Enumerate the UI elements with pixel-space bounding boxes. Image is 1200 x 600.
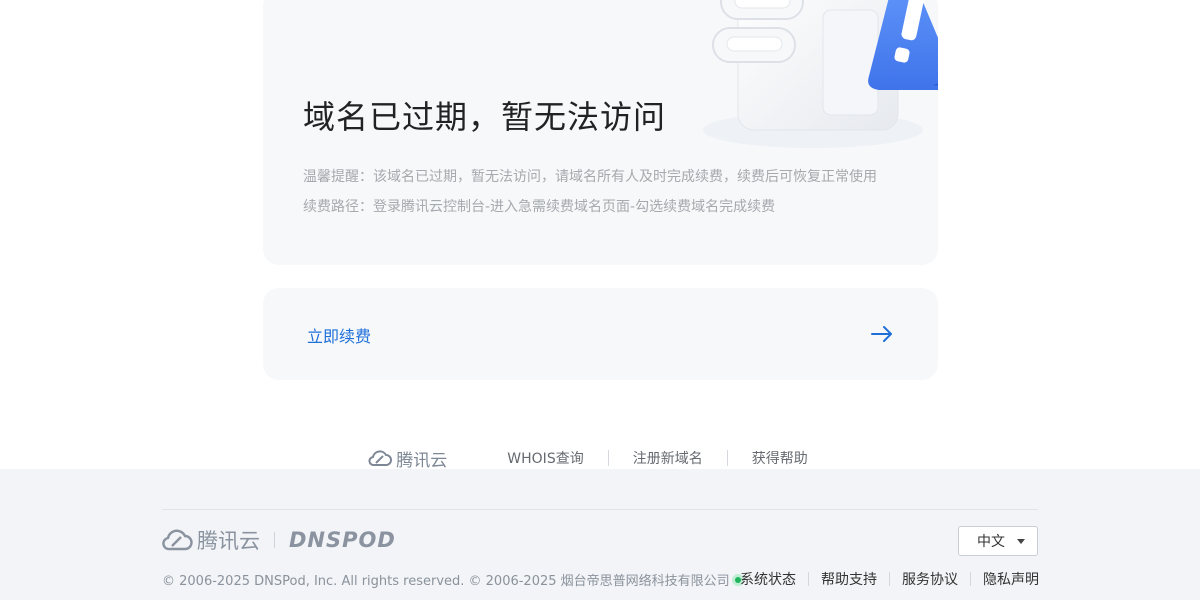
get-help-link[interactable]: 获得帮助 <box>728 448 832 468</box>
dnspod-logo[interactable]: DNSPOD <box>289 528 396 552</box>
arrow-right-icon <box>871 326 892 342</box>
renew-path-text: 续费路径：登录腾讯云控制台-进入急需续费域名页面-勾选续费域名完成续费 <box>303 199 776 215</box>
cloud-icon <box>162 529 193 551</box>
caret-down-icon <box>1017 539 1025 544</box>
footer-divider <box>162 509 1038 510</box>
tencent-cloud-brand: 腾讯云 <box>396 450 448 471</box>
expired-notice-card: 域名已过期，暂无法访问 温馨提醒：该域名已过期，暂无法访问，请域名所有人及时完成… <box>263 0 938 265</box>
language-select[interactable]: 中文 <box>958 526 1038 556</box>
system-status-link[interactable]: 系统状态 <box>728 569 808 589</box>
notice-text: 温馨提醒：该域名已过期，暂无法访问，请域名所有人及时完成续费，续费后可恢复正常使… <box>303 169 877 185</box>
cloud-icon <box>368 449 393 466</box>
whois-link[interactable]: WHOIS查询 <box>483 448 607 468</box>
tencent-cloud-logo[interactable]: 腾讯云 <box>368 446 447 471</box>
footer-links: 系统状态 帮助支持 服务协议 隐私声明 <box>728 569 1051 589</box>
footer-logos: 腾讯云 DNSPOD <box>162 525 396 555</box>
renew-now-label: 立即续费 <box>307 327 372 346</box>
renew-now-button[interactable]: 立即续费 <box>263 288 938 380</box>
privacy-statement-link[interactable]: 隐私声明 <box>971 569 1051 589</box>
quick-links-bar: 腾讯云 WHOIS查询 注册新域名 获得帮助 <box>0 446 1200 471</box>
tencent-cloud-brand[interactable]: 腾讯云 <box>197 525 260 555</box>
page: 域名已过期，暂无法访问 温馨提醒：该域名已过期，暂无法访问，请域名所有人及时完成… <box>0 0 1200 600</box>
register-domain-link[interactable]: 注册新域名 <box>609 448 727 468</box>
help-support-link[interactable]: 帮助支持 <box>809 569 889 589</box>
language-value: 中文 <box>977 534 1005 550</box>
page-title: 域名已过期，暂无法访问 <box>303 98 667 136</box>
footer: 腾讯云 DNSPOD 中文 © 2006-2025 DNSPod, Inc. A… <box>0 469 1200 600</box>
logo-divider <box>274 532 275 548</box>
service-agreement-link[interactable]: 服务协议 <box>890 569 970 589</box>
copyright-label: © 2006-2025 DNSPod, Inc. All rights rese… <box>162 574 730 589</box>
warning-illustration <box>703 0 938 148</box>
copyright-text: © 2006-2025 DNSPod, Inc. All rights rese… <box>162 570 744 589</box>
